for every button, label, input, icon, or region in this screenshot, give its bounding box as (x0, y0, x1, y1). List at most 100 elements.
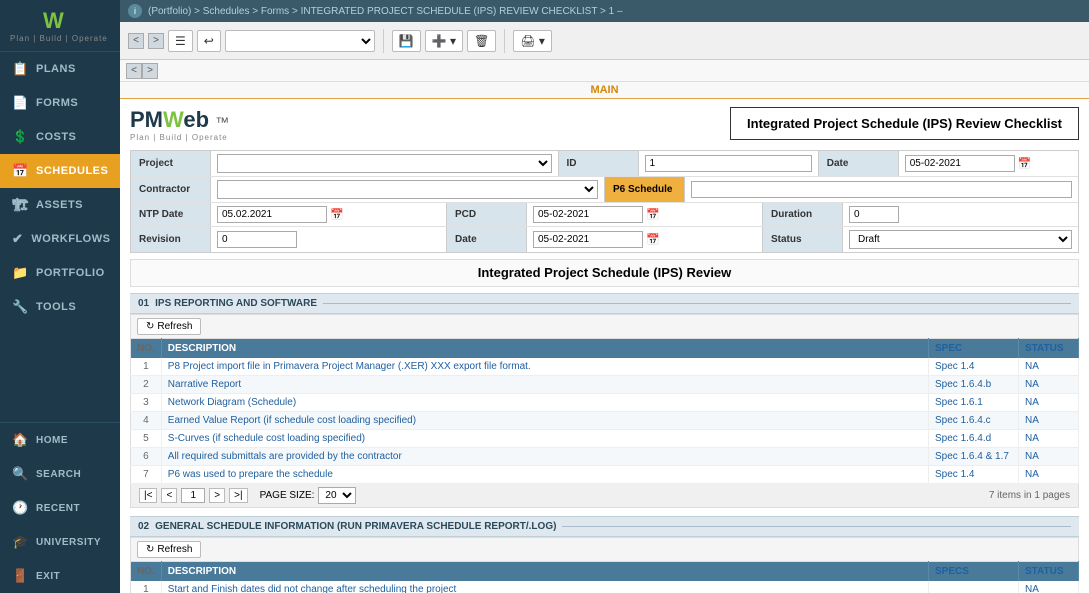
prev-page-btn-1[interactable]: < (161, 488, 177, 503)
sidebar-logo-tagline: Plan | Build | Operate (10, 34, 110, 43)
sidebar-item-tools[interactable]: 🔧 TOOLS (0, 290, 120, 324)
save-button[interactable]: 💾 (392, 30, 421, 52)
undo-button[interactable]: ↩ (197, 30, 221, 52)
collapse-sidebar-button[interactable]: < (128, 33, 144, 49)
portfolio-icon: 📁 (12, 265, 28, 281)
table-row: 4 Earned Value Report (if schedule cost … (131, 412, 1079, 430)
current-page-input-1[interactable] (181, 488, 205, 503)
desc-link[interactable]: Narrative Report (168, 379, 241, 390)
row-status: NA (1019, 430, 1079, 448)
date2-calendar-icon[interactable]: 📅 (646, 233, 660, 246)
page-size-select-1[interactable]: 20 50 (318, 487, 356, 504)
revision-input[interactable] (217, 231, 297, 248)
section-2-line (562, 526, 1071, 527)
first-page-btn-1[interactable]: |< (139, 488, 157, 503)
row-no: 4 (131, 412, 162, 430)
expand-sidebar-button[interactable]: > (148, 33, 164, 49)
row-spec: Spec 1.4 (929, 358, 1019, 376)
id-input[interactable] (645, 155, 812, 172)
contractor-select[interactable] (217, 180, 598, 199)
last-page-btn-1[interactable]: >| (229, 488, 247, 503)
sidebar-item-home[interactable]: 🏠 HOME (0, 423, 120, 457)
ntp-calendar-icon[interactable]: 📅 (330, 208, 344, 221)
sidebar-item-workflows[interactable]: ✔ WORKFLOWS (0, 222, 120, 256)
section-2-refresh-button[interactable]: ↻ Refresh (137, 541, 201, 558)
section-1-table: NO. DESCRIPTION SPEC STATUS 1 P8 Project… (130, 338, 1079, 484)
sidebar-item-search[interactable]: 🔍 SEARCH (0, 457, 120, 491)
project-label: Project (131, 151, 211, 176)
print-button[interactable]: 🖨 ▾ (513, 30, 552, 52)
desc-link[interactable]: All required submittals are provided by … (168, 451, 402, 462)
row-status: NA (1019, 448, 1079, 466)
collapse-content-button[interactable]: < (126, 63, 142, 79)
record-select[interactable] (225, 30, 375, 52)
col-no-header-2: NO. (131, 562, 162, 582)
sidebar-item-schedules[interactable]: 📅 SCHEDULES (0, 154, 120, 188)
pmweb-logo-area: PMWeb ™ Plan | Build | Operate (130, 107, 229, 142)
date-calendar-icon[interactable]: 📅 (1018, 157, 1032, 170)
hamburger-menu-button[interactable]: ☰ (168, 30, 193, 52)
sidebar-item-forms[interactable]: 📄 FORMS (0, 86, 120, 120)
row-spec: Spec 1.6.1 (929, 394, 1019, 412)
section-1-table-toolbar: ↻ Refresh (130, 314, 1079, 338)
row-status: NA (1019, 466, 1079, 484)
sidebar-item-plans[interactable]: 📋 PLANS (0, 52, 120, 86)
ntp-date-input[interactable] (217, 206, 327, 223)
duration-input[interactable] (849, 206, 899, 223)
p6-schedule-input[interactable] (691, 181, 1072, 198)
desc-link[interactable]: Earned Value Report (if schedule cost lo… (168, 415, 416, 426)
form-main-title: Integrated Project Schedule (IPS) Review (130, 259, 1079, 287)
toolbar: < > ☰ ↩ 💾 ➕ ▾ 🗑 🖨 ▾ (120, 22, 1089, 60)
row-spec: Spec 1.6.4.b (929, 376, 1019, 394)
info-icon: i (128, 4, 142, 18)
revision-value (211, 227, 447, 252)
date2-input[interactable] (533, 231, 643, 248)
desc-link[interactable]: Network Diagram (Schedule) (168, 397, 296, 408)
status-value: Draft (843, 227, 1078, 252)
table-row: 6 All required submittals are provided b… (131, 448, 1079, 466)
section-2-header: 02 GENERAL SCHEDULE INFORMATION (RUN PRI… (130, 516, 1079, 537)
status-select[interactable]: Draft (849, 230, 1072, 249)
section-2-table-toolbar: ↻ Refresh (130, 537, 1079, 561)
row-status: NA (1019, 412, 1079, 430)
desc-link[interactable]: S-Curves (if schedule cost loading speci… (168, 433, 365, 444)
sidebar-item-search-label: SEARCH (36, 469, 81, 480)
row-no: 1 (131, 581, 162, 593)
next-page-btn-1[interactable]: > (209, 488, 225, 503)
section-2-table: NO. DESCRIPTION SPECS STATUS 1 Start and… (130, 561, 1079, 593)
section-1-title: IPS REPORTING AND SOFTWARE (155, 298, 317, 309)
section-1-refresh-button[interactable]: ↻ Refresh (137, 318, 201, 335)
desc-link[interactable]: Start and Finish dates did not change af… (168, 584, 457, 593)
sidebar-item-exit[interactable]: 🚪 EXIT (0, 559, 120, 593)
col-specs-header-2: SPECS (929, 562, 1019, 582)
costs-icon: 💲 (12, 129, 28, 145)
expand-content-button[interactable]: > (142, 63, 158, 79)
page-size-label-1: PAGE SIZE: (260, 490, 315, 501)
delete-button[interactable]: 🗑 (467, 30, 496, 52)
sidebar-item-tools-label: TOOLS (36, 301, 76, 313)
table-row: 1 P8 Project import file in Primavera Pr… (131, 358, 1079, 376)
project-select[interactable] (217, 154, 552, 173)
sidebar-item-recent[interactable]: 🕐 RECENT (0, 491, 120, 525)
date-input[interactable] (905, 155, 1015, 172)
schedules-icon: 📅 (12, 163, 28, 179)
col-status-header-2: STATUS (1019, 562, 1079, 582)
desc-link[interactable]: P6 was used to prepare the schedule (168, 469, 333, 480)
refresh-icon-1: ↻ (146, 321, 154, 332)
row-no: 2 (131, 376, 162, 394)
pcd-input[interactable] (533, 206, 643, 223)
sidebar-item-costs[interactable]: 💲 COSTS (0, 120, 120, 154)
sidebar-bottom: 🏠 HOME 🔍 SEARCH 🕐 RECENT 🎓 UNIVERSITY 🚪 … (0, 422, 120, 593)
add-button[interactable]: ➕ ▾ (425, 30, 463, 52)
section-1-footer: |< < > >| PAGE SIZE: 20 50 7 items in 1 … (130, 484, 1079, 508)
pcd-calendar-icon[interactable]: 📅 (646, 208, 660, 221)
plans-icon: 📋 (12, 61, 28, 77)
sidebar-item-assets[interactable]: 🏗 ASSETS (0, 188, 120, 222)
duration-label: Duration (763, 203, 843, 226)
desc-link[interactable]: P8 Project import file in Primavera Proj… (168, 361, 531, 372)
exit-icon: 🚪 (12, 568, 28, 584)
sidebar-logo-text: PMWeb (10, 8, 110, 34)
sidebar-item-university[interactable]: 🎓 UNIVERSITY (0, 525, 120, 559)
sidebar-item-portfolio[interactable]: 📁 PORTFOLIO (0, 256, 120, 290)
pcd-value: 📅 (527, 203, 763, 226)
